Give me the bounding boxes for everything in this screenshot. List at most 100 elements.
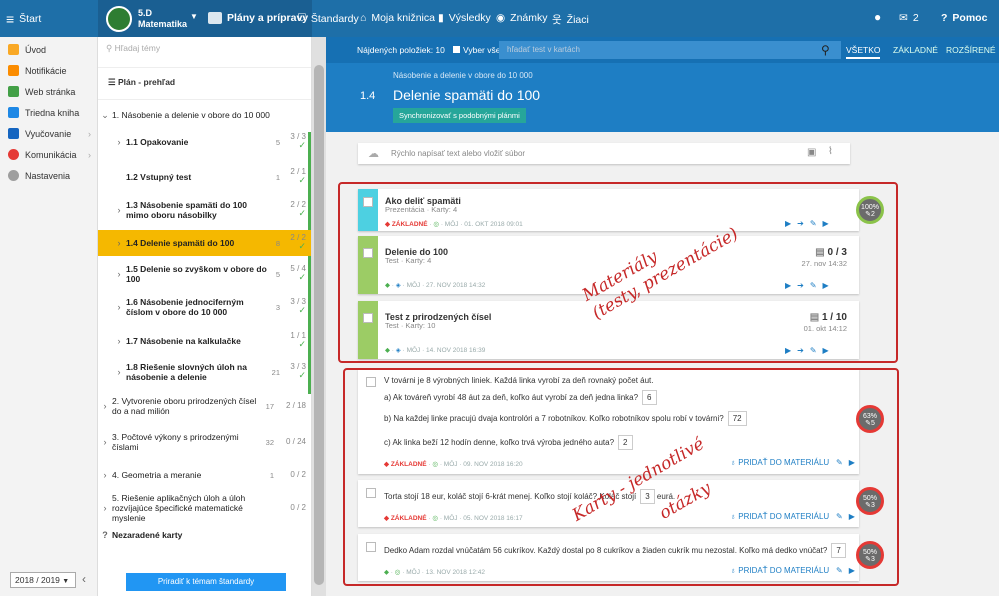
page-title: Delenie spamäti do 100	[393, 87, 541, 103]
briefcase-icon	[208, 12, 222, 24]
plan-panel: ⚲ Hľadaj témy ☰ Plán - prehľad ⌄ 1. Náso…	[98, 37, 312, 596]
nav-plans[interactable]: Plány a prípravy	[208, 12, 308, 24]
library-icon: ⌂	[360, 12, 367, 24]
mail-icon: ✉	[899, 12, 908, 24]
chevron-right-icon: ›	[88, 128, 91, 139]
content-header: Nájdených položiek: 10 Vyber všetko hľad…	[326, 37, 999, 132]
bar-chart-icon: ▮	[438, 12, 444, 24]
check-icon: ✓	[298, 175, 306, 186]
question-icon: ?	[941, 12, 948, 24]
plan-lesson[interactable]: 1.2 Vstupný test 1 2 / 1 ✓	[98, 164, 311, 190]
plan-chapter[interactable]: › 5. Riešenie aplikačných úloh a úloh roz…	[98, 493, 311, 523]
left-sidebar: Úvod Notifikácie Web stránka Triedna kni…	[0, 37, 98, 596]
sidebar-item-teaching[interactable]: Vyučovanie ›	[0, 123, 97, 144]
list-icon: ☰	[108, 77, 116, 87]
class-logo	[106, 6, 132, 32]
nav-results[interactable]: ▮ Výsledky	[438, 12, 491, 24]
check-icon: ✓	[298, 272, 306, 283]
envelope-icon	[8, 65, 19, 76]
attachment-icon[interactable]: ⌇	[828, 146, 833, 157]
scrollbar-thumb[interactable]	[314, 65, 324, 585]
chevron-right-icon: ›	[117, 336, 121, 346]
messages-button[interactable]: ✉ 2	[899, 12, 919, 24]
filter-basic[interactable]: ZÁKLADNÉ	[893, 45, 938, 55]
breadcrumb: Násobenie a delenie v obore do 10 000	[393, 71, 533, 80]
sidebar-item-classbook[interactable]: Triedna kniha	[0, 102, 97, 123]
chevron-right-icon: ›	[117, 269, 121, 279]
students-icon: 웃	[552, 14, 562, 26]
unassigned-cards[interactable]: ? Nezaradené karty	[98, 527, 311, 543]
star-icon	[8, 44, 19, 55]
plan-lesson[interactable]: › 1.8 Riešenie slovných úloh na násobenie…	[98, 355, 311, 389]
chevron-right-icon: ›	[117, 205, 121, 215]
cloud-upload-icon: ☁	[368, 148, 379, 160]
main-content: Nájdených položiek: 10 Vyber všetko hľad…	[326, 37, 999, 596]
card-search-input[interactable]: hľadať test v kartách	[499, 41, 841, 59]
check-icon: ✓	[298, 140, 306, 151]
search-icon: ⚲	[106, 43, 113, 53]
image-icon[interactable]: ▣	[807, 147, 816, 158]
nav-library[interactable]: ⌂ Moja knižnica	[360, 12, 435, 24]
house-icon	[8, 86, 19, 97]
checkbox-icon	[453, 46, 460, 53]
plan-lesson[interactable]: › 1.3 Násobenie spamäti do 100 mimo oboru…	[98, 193, 311, 227]
plan-lesson[interactable]: › 1.6 Násobenie jednociferným číslom v ob…	[98, 290, 311, 324]
check-icon: ✓	[298, 339, 306, 350]
collapse-arrow-icon[interactable]: ‹	[82, 572, 86, 586]
chevron-right-icon: ›	[117, 238, 121, 248]
sync-button[interactable]: Synchronizovať s podobnými plánmi	[393, 108, 526, 123]
top-bar: ≡ Štart 5.D Matematika ▼ Plány a príprav…	[0, 0, 999, 37]
quick-input[interactable]: ☁ Rýchlo napísať text alebo vložiť súbor…	[358, 143, 850, 164]
book-icon	[8, 107, 19, 118]
chapter-1[interactable]: ⌄ 1. Násobenie a delenie v obore do 10 0…	[98, 107, 311, 123]
nav-standards[interactable]: ⛉ Štandardy	[298, 12, 359, 25]
start-button[interactable]: ≡ Štart	[6, 11, 41, 27]
check-icon: ✓	[298, 241, 306, 252]
plan-lesson[interactable]: › 1.7 Násobenie na kalkulačke 1 / 1 ✓	[98, 328, 311, 354]
chevron-right-icon: ›	[103, 470, 107, 480]
year-select[interactable]: 2018 / 2019 ▼	[10, 572, 76, 588]
chevron-right-icon: ›	[117, 302, 121, 312]
sidebar-item-settings[interactable]: Nastavenia	[0, 165, 97, 186]
chevron-right-icon: ›	[88, 149, 91, 160]
nav-students[interactable]: 웃 Žiaci	[552, 12, 589, 27]
sidebar-item-website[interactable]: Web stránka	[0, 81, 97, 102]
briefcase-icon	[8, 128, 19, 139]
chevron-right-icon: ›	[117, 137, 121, 147]
gear-icon	[8, 170, 19, 181]
chevron-right-icon: ›	[117, 367, 121, 377]
plan-search[interactable]: ⚲ Hľadaj témy	[106, 43, 306, 59]
search-icon[interactable]: ⚲	[821, 43, 830, 57]
chevron-right-icon: ›	[103, 437, 107, 447]
class-selector[interactable]: 5.D Matematika ▼ Plány a prípravy	[98, 0, 312, 37]
help-button[interactable]: ? Pomoc	[941, 12, 987, 24]
check-icon: ✓	[298, 370, 306, 381]
check-icon: ✓	[298, 208, 306, 219]
chat-icon[interactable]: ●	[874, 10, 881, 24]
filter-extended[interactable]: ROZŠÍRENÉ	[946, 45, 996, 55]
grades-icon: ◉	[496, 12, 506, 24]
lesson-number: 1.4	[360, 90, 376, 102]
plan-chapter[interactable]: › 4. Geometria a meranie 1 0 / 2	[98, 464, 311, 486]
plan-lesson[interactable]: › 1.5 Delenie so zvyškom v obore do 100 5 5…	[98, 257, 311, 291]
chevron-right-icon: ›	[103, 401, 107, 411]
plan-chapter[interactable]: › 2. Vytvorenie oboru prirodzených čísel …	[98, 395, 311, 417]
chevron-right-icon: ›	[103, 503, 107, 513]
nav-grades[interactable]: ◉ Známky	[496, 12, 548, 24]
plan-lesson[interactable]: › 1.1 Opakovanie 5 3 / 3 ✓	[98, 129, 311, 155]
filter-all[interactable]: VŠETKO	[846, 45, 881, 59]
sidebar-item-communication[interactable]: Komunikácia ›	[0, 144, 97, 165]
chevron-down-icon: ⌄	[101, 109, 109, 120]
menu-icon: ≡	[6, 10, 15, 27]
assign-standards-button[interactable]: Priradiť k témam štandardy	[126, 573, 286, 591]
chat-bubble-icon	[8, 149, 19, 160]
plan-chapter[interactable]: › 3. Počtové výkony s prirodzenými číslam…	[98, 431, 311, 453]
sidebar-item-home[interactable]: Úvod	[0, 39, 97, 60]
plan-scrollbar[interactable]	[312, 37, 326, 596]
caret-down-icon: ▼	[62, 578, 70, 585]
plan-lesson[interactable]: › 1.4 Delenie spamäti do 100 8 2 / 2 ✓	[98, 230, 311, 256]
plan-overview[interactable]: ☰ Plán - prehľad	[108, 77, 175, 88]
shield-icon: ⛉	[298, 12, 306, 24]
sidebar-item-notifications[interactable]: Notifikácie	[0, 60, 97, 81]
check-icon: ✓	[298, 305, 306, 316]
